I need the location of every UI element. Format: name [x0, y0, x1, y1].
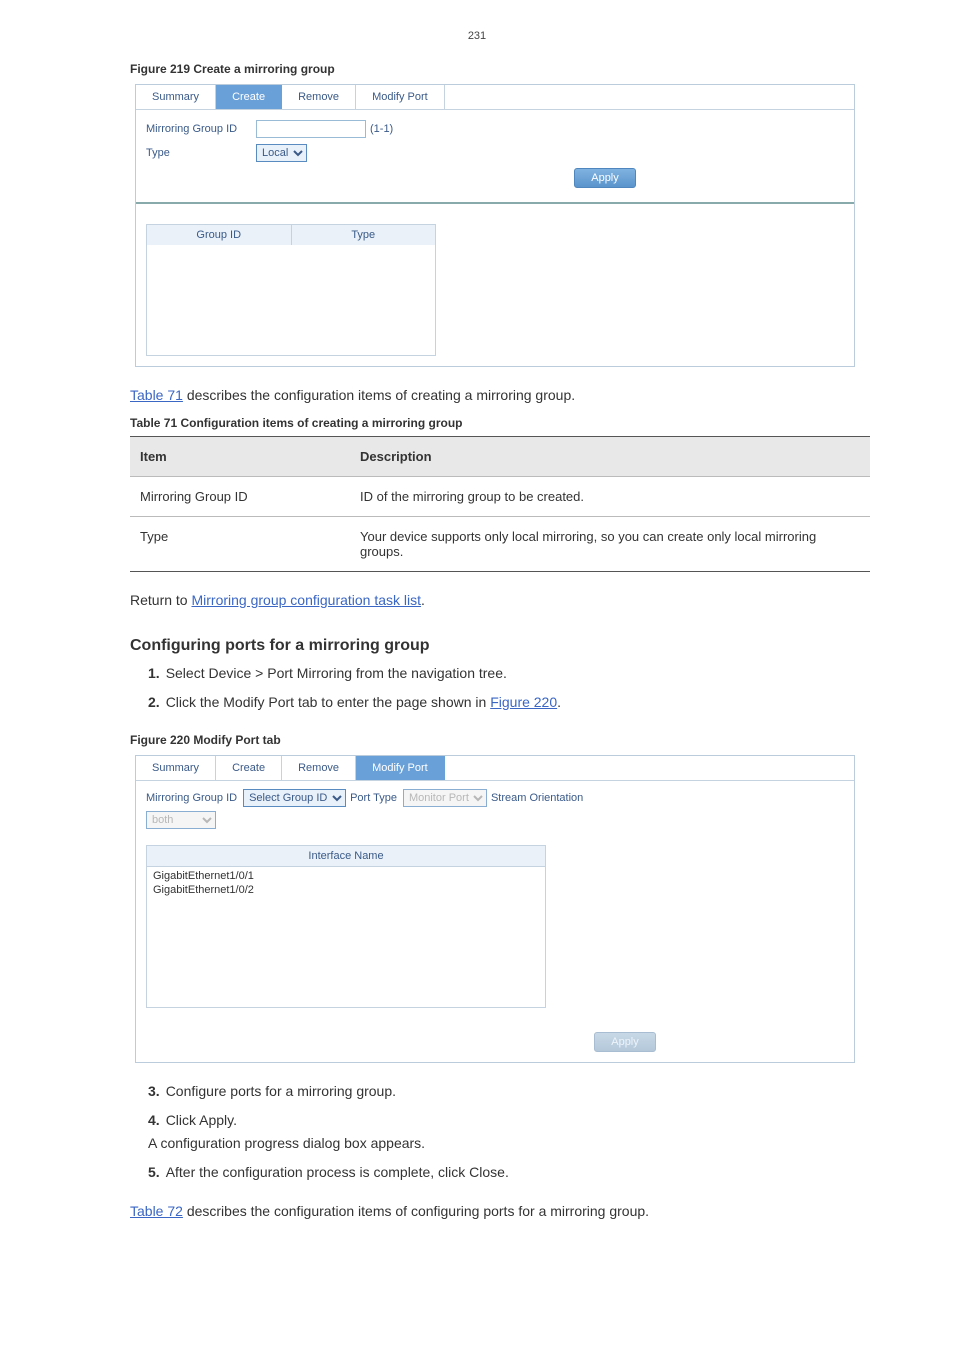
- col-group-id: Group ID: [147, 225, 292, 245]
- interface-grid-body: GigabitEthernet1/0/1 GigabitEthernet1/0/…: [147, 867, 545, 1007]
- step-num: 1.: [148, 665, 160, 681]
- tabs-row: Summary Create Remove Modify Port: [136, 85, 854, 110]
- link-table-71[interactable]: Table 71: [130, 387, 183, 403]
- cell-item: Mirroring Group ID: [130, 477, 350, 517]
- tab-create[interactable]: Create: [216, 85, 282, 109]
- label-group-id: Mirroring Group ID: [146, 123, 256, 135]
- modify-port-form: Mirroring Group ID Select Group ID Port …: [136, 781, 854, 835]
- label-port-type: Port Type: [350, 792, 397, 804]
- group-id-input[interactable]: [256, 120, 366, 138]
- tab-summary[interactable]: Summary: [136, 756, 216, 780]
- cell-item: Type: [130, 517, 350, 572]
- tab-remove[interactable]: Remove: [282, 85, 356, 109]
- group-id-hint: (1-1): [370, 123, 393, 135]
- section-title: Configuring ports for a mirroring group: [130, 637, 914, 655]
- create-mirroring-panel: Summary Create Remove Modify Port Mirror…: [135, 84, 855, 367]
- step-text: Click Apply.: [166, 1112, 237, 1128]
- tab-modify-port[interactable]: Modify Port: [356, 756, 445, 780]
- label-stream: Stream Orientation: [491, 792, 583, 804]
- step-text-pre: Click the Modify Port tab to enter the p…: [166, 694, 491, 710]
- step-num: 5.: [148, 1164, 160, 1180]
- cell-desc: ID of the mirroring group to be created.: [350, 477, 870, 517]
- step-num: 3.: [148, 1083, 160, 1099]
- stream-select[interactable]: both: [146, 811, 216, 829]
- step-text: Configure ports for a mirroring group.: [166, 1083, 396, 1099]
- return-link-line: Return to Mirroring group configuration …: [130, 590, 870, 611]
- label-group-id: Mirroring Group ID: [146, 792, 237, 804]
- steps-list: 1. Select Device > Port Mirroring from th…: [148, 663, 868, 713]
- step-5: 5. After the configuration process is com…: [148, 1162, 868, 1183]
- text-after-fig219: Table 71 describes the configuration ite…: [130, 385, 870, 406]
- link-table-72[interactable]: Table 72: [130, 1203, 183, 1219]
- figure-219-caption: Figure 219 Create a mirroring group: [130, 62, 914, 76]
- tab-summary[interactable]: Summary: [136, 85, 216, 109]
- table-row: Type Your device supports only local mir…: [130, 517, 870, 572]
- text-after-fig220-post: describes the configuration items of con…: [183, 1203, 649, 1219]
- step-3: 3. Configure ports for a mirroring group.: [148, 1081, 868, 1102]
- create-form: Mirroring Group ID (1-1) Type Local Appl…: [136, 110, 854, 204]
- type-select[interactable]: Local: [256, 144, 307, 162]
- figure-220-caption: Figure 220 Modify Port tab: [130, 733, 914, 747]
- step-text-post: .: [557, 694, 561, 710]
- list-item[interactable]: GigabitEthernet1/0/1: [153, 869, 539, 883]
- interface-grid: Interface Name GigabitEthernet1/0/1 Giga…: [146, 845, 546, 1008]
- th-item: Item: [130, 437, 350, 477]
- apply-button[interactable]: Apply: [594, 1032, 656, 1052]
- port-type-select[interactable]: Monitor Port: [403, 789, 487, 807]
- table-71-title: Table 71 Configuration items of creating…: [130, 416, 914, 430]
- return-post: .: [421, 592, 425, 608]
- step-1: 1. Select Device > Port Mirroring from th…: [148, 663, 868, 684]
- col-type: Type: [292, 225, 436, 245]
- group-id-select[interactable]: Select Group ID: [243, 789, 346, 807]
- groups-grid-body: [147, 245, 435, 355]
- table-71: Item Description Mirroring Group ID ID o…: [130, 436, 870, 572]
- steps-list-cont: 3. Configure ports for a mirroring group.…: [148, 1081, 868, 1183]
- link-return[interactable]: Mirroring group configuration task list: [191, 592, 421, 608]
- tabs-row-2: Summary Create Remove Modify Port: [136, 756, 854, 781]
- apply-button[interactable]: Apply: [574, 168, 636, 188]
- step-num: 4.: [148, 1112, 160, 1128]
- step-subline: A configuration progress dialog box appe…: [148, 1133, 868, 1154]
- text-after-fig219-post: describes the configuration items of cre…: [183, 387, 575, 403]
- step-num: 2.: [148, 694, 160, 710]
- tab-create[interactable]: Create: [216, 756, 282, 780]
- text-after-fig220: Table 72 describes the configuration ite…: [130, 1201, 870, 1222]
- step-4: 4. Click Apply. A configuration progress …: [148, 1110, 868, 1154]
- tab-remove[interactable]: Remove: [282, 756, 356, 780]
- groups-grid: Group ID Type: [146, 224, 436, 356]
- modify-port-panel: Summary Create Remove Modify Port Mirror…: [135, 755, 855, 1063]
- step-2: 2. Click the Modify Port tab to enter the…: [148, 692, 868, 713]
- step-text: Select Device > Port Mirroring from the …: [166, 665, 507, 681]
- label-type: Type: [146, 147, 256, 159]
- col-interface-name: Interface Name: [147, 846, 545, 867]
- th-desc: Description: [350, 437, 870, 477]
- table-row: Mirroring Group ID ID of the mirroring g…: [130, 477, 870, 517]
- page-number: 231: [40, 0, 914, 42]
- cell-desc: Your device supports only local mirrorin…: [350, 517, 870, 572]
- list-item[interactable]: GigabitEthernet1/0/2: [153, 883, 539, 897]
- tab-modify-port[interactable]: Modify Port: [356, 85, 445, 109]
- return-pre: Return to: [130, 592, 191, 608]
- link-figure-220[interactable]: Figure 220: [490, 694, 557, 710]
- step-text: After the configuration process is compl…: [166, 1164, 509, 1180]
